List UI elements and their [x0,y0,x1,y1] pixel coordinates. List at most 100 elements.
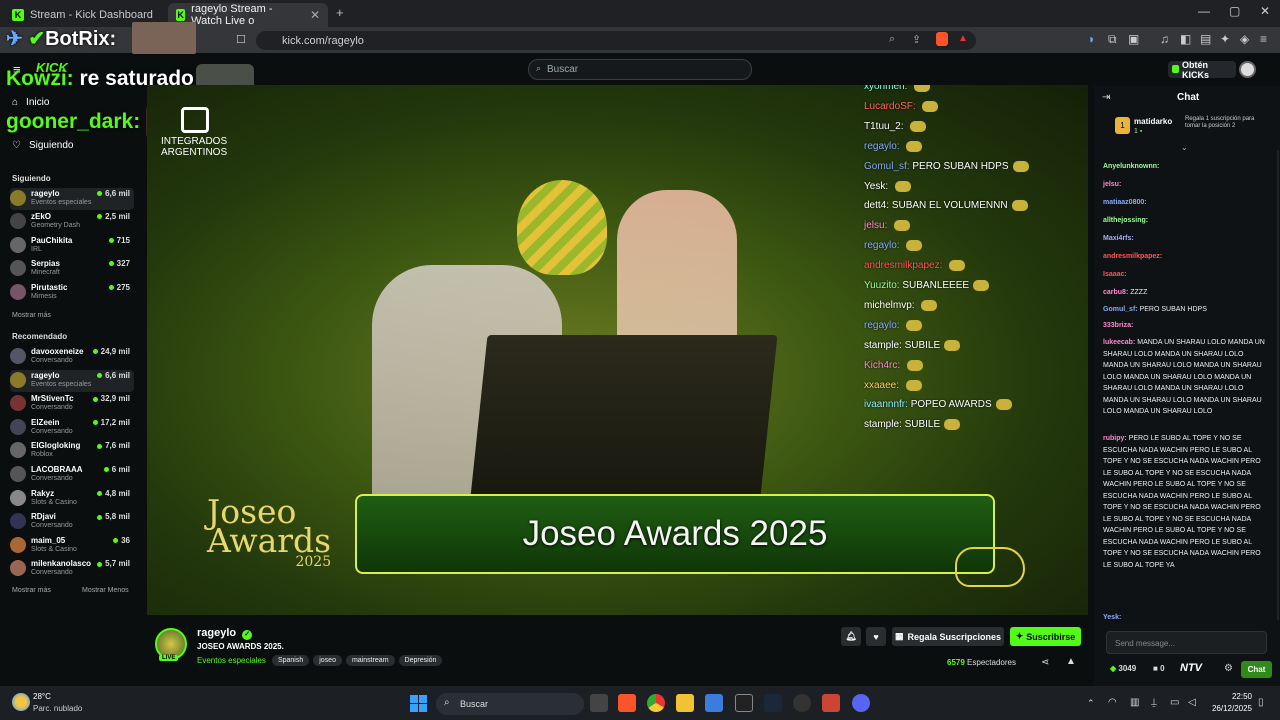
search-input[interactable]: ⌕ Buscar [528,59,752,80]
new-tab-icon[interactable]: + [336,5,344,20]
sidebar-toggle-icon[interactable]: ◧ [1180,32,1191,46]
chat-username[interactable]: lukeecab: [1103,339,1135,346]
chat-username[interactable]: carbu8: [1103,289,1128,296]
discord-icon[interactable] [852,694,870,712]
notification-bell-button[interactable]: 🔔︎ [841,627,861,646]
sidebar-channel[interactable]: ElZeein Conversando 17,2 mil [10,417,134,439]
sidebar-channel[interactable]: rageylo Eventos especiales 6,6 mil [10,188,134,210]
sidebar-channel[interactable]: zEkO Geometry Dash 2,5 mil [10,211,134,233]
close-window-icon[interactable]: ✕ [1260,4,1270,18]
steam-icon[interactable] [764,694,782,712]
chat-username[interactable]: 333briza: [1103,322,1133,329]
taskbar-search[interactable]: ⌕ Buscar [436,693,584,715]
share-stream-icon[interactable]: ⋖ [1041,657,1049,668]
sidebar-channel[interactable]: ElGlogloking Roblox 7,6 mil [10,440,134,462]
show-more-link[interactable]: Mostrar más [12,312,51,319]
heart-icon: ♡ [12,140,21,151]
chat-scrollbar[interactable] [1277,150,1279,620]
windows-start-icon[interactable] [410,695,427,712]
video-chat-user: Gomul_sf: [864,160,910,172]
brave-shields-icon[interactable] [936,32,948,46]
notifications-icon[interactable]: ▯ [1258,697,1264,708]
chrome-icon[interactable] [647,694,665,712]
vpn-icon[interactable]: ◈ [1240,32,1249,46]
user-avatar[interactable] [1239,61,1256,78]
stream-tag[interactable]: joseo [313,655,342,666]
ntv-badge[interactable]: NTV [1180,662,1202,674]
share-icon[interactable]: ⇪ [912,33,921,46]
sidebar-channel[interactable]: PauChikita IRL 715 [10,235,134,257]
sidebar-channel[interactable]: Rakyz Slots & Casino 4,8 mil [10,488,134,510]
minimize-icon[interactable]: — [1198,4,1210,18]
obs-icon[interactable] [793,694,811,712]
network-icon[interactable]: ▭ [1170,697,1179,708]
chat-username[interactable]: rubipy: [1103,435,1127,442]
subscribe-button[interactable]: ✦ Suscribirse [1010,627,1081,646]
sidebar-channel[interactable]: Pirutastic Mimesis 275 [10,282,134,304]
sidebar-channel[interactable]: rageylo Eventos especiales 6,6 mil [10,369,134,392]
chat-username[interactable]: Yesk: [1103,614,1121,621]
show-less-link[interactable]: Mostrar Menos [82,587,129,594]
music-icon[interactable]: ♫ [1160,32,1169,46]
volume-icon[interactable]: ◁ [1188,697,1196,708]
chat-username[interactable]: Isaaac: [1103,271,1127,278]
leo-ai-icon[interactable]: ✦ [1220,32,1230,46]
store-icon[interactable] [705,694,723,712]
sidebar-item-inicio[interactable]: ⌂ Inicio [12,97,49,108]
stream-tag[interactable]: Depresión [398,655,443,666]
sidebar-channel[interactable]: Serpias Minecraft 327 [10,258,134,280]
sidebar-channel[interactable]: RDjavi Conversando 5,8 mil [10,511,134,533]
channel-name-row[interactable]: rageylo ✓ [197,627,253,640]
audio-icon[interactable]: ◗ [1088,32,1095,46]
chat-username[interactable]: matiaaz0800: [1103,199,1147,206]
maximize-icon[interactable]: ▢ [1229,4,1240,18]
stream-category[interactable]: Eventos especiales [197,656,266,665]
sidebar-channel[interactable]: MrStivenTc Conversando 32,9 mil [10,393,134,415]
follow-heart-button[interactable]: ♥ [866,627,886,646]
scroll-chevron-icon[interactable]: ⌄ [1181,143,1188,152]
chat-username[interactable]: Maxi4rfs: [1103,235,1134,242]
send-chat-button[interactable]: Chat [1241,661,1272,678]
file-explorer-icon[interactable] [676,694,694,712]
task-view-icon[interactable] [590,694,608,712]
kicks-balance[interactable]: ■ 0 [1153,664,1165,673]
sidebar-channel[interactable]: maim_05 Slots & Casino 36 [10,535,134,557]
report-icon[interactable]: ▲ [1066,656,1076,667]
stream-tag[interactable]: Spanish [271,655,310,666]
microphone-icon[interactable]: ⍊ [1151,697,1157,708]
show-more-link[interactable]: Mostrar más [12,587,51,594]
gift-subs-button[interactable]: ▦ Regala Suscripciones [892,627,1004,646]
epic-games-icon[interactable] [735,694,753,712]
sidebar-channel[interactable]: milenkanolasco Conversando 5,7 mil [10,558,134,580]
close-tab-icon[interactable]: ✕ [310,8,320,22]
reading-list-icon[interactable]: ▣ [1128,32,1139,46]
chat-username[interactable]: andresmilkpapez: [1103,253,1162,260]
collapse-chat-icon[interactable]: ⇥ [1102,92,1110,103]
url-bar[interactable]: kick.com/rageylo [256,31,976,50]
chat-input[interactable]: Send message... [1106,631,1267,654]
bookmark-icon[interactable]: ☐ [236,33,246,46]
wallet-icon[interactable]: ▤ [1200,32,1211,46]
chat-username[interactable]: allthejossing: [1103,217,1148,224]
rewards-icon[interactable]: ▲ [958,33,968,44]
sidebar-item-siguiendo[interactable]: ♡ Siguiendo [12,140,73,151]
extensions-icon[interactable]: ⧉ [1108,32,1117,47]
tray-chevron-icon[interactable]: ⌃ [1087,698,1095,709]
chat-username[interactable]: Anyelunknownn: [1103,163,1159,170]
app-icon[interactable] [822,694,840,712]
stream-tag[interactable]: mainstream [345,655,395,666]
chat-message: Gomul_sf: PERO SUBAN HDPS [1103,304,1269,316]
channel-points[interactable]: ◆ 3049 [1110,664,1136,673]
tray-app-icon[interactable]: ▥ [1130,697,1139,708]
video-player[interactable]: INTEGRADOS ARGENTINOS Joseo Awards 2025 … [147,85,1088,615]
zoom-icon[interactable]: ⌕ [889,33,895,46]
chat-username[interactable]: Gomul_sf: [1103,306,1138,313]
menu-icon[interactable]: ≡ [1260,32,1267,46]
sidebar-channel[interactable]: LACOBRAAA Conversando 6 mil [10,464,134,486]
brave-icon[interactable] [618,694,636,712]
chat-settings-icon[interactable]: ⚙ [1224,663,1233,674]
headset-icon[interactable]: ◠ [1108,697,1117,708]
chat-username[interactable]: jelsu: [1103,181,1121,188]
get-kicks-button[interactable]: Obtén KICKs [1168,60,1236,80]
sidebar-channel[interactable]: davooxeneize Conversando 24,9 mil [10,346,134,368]
